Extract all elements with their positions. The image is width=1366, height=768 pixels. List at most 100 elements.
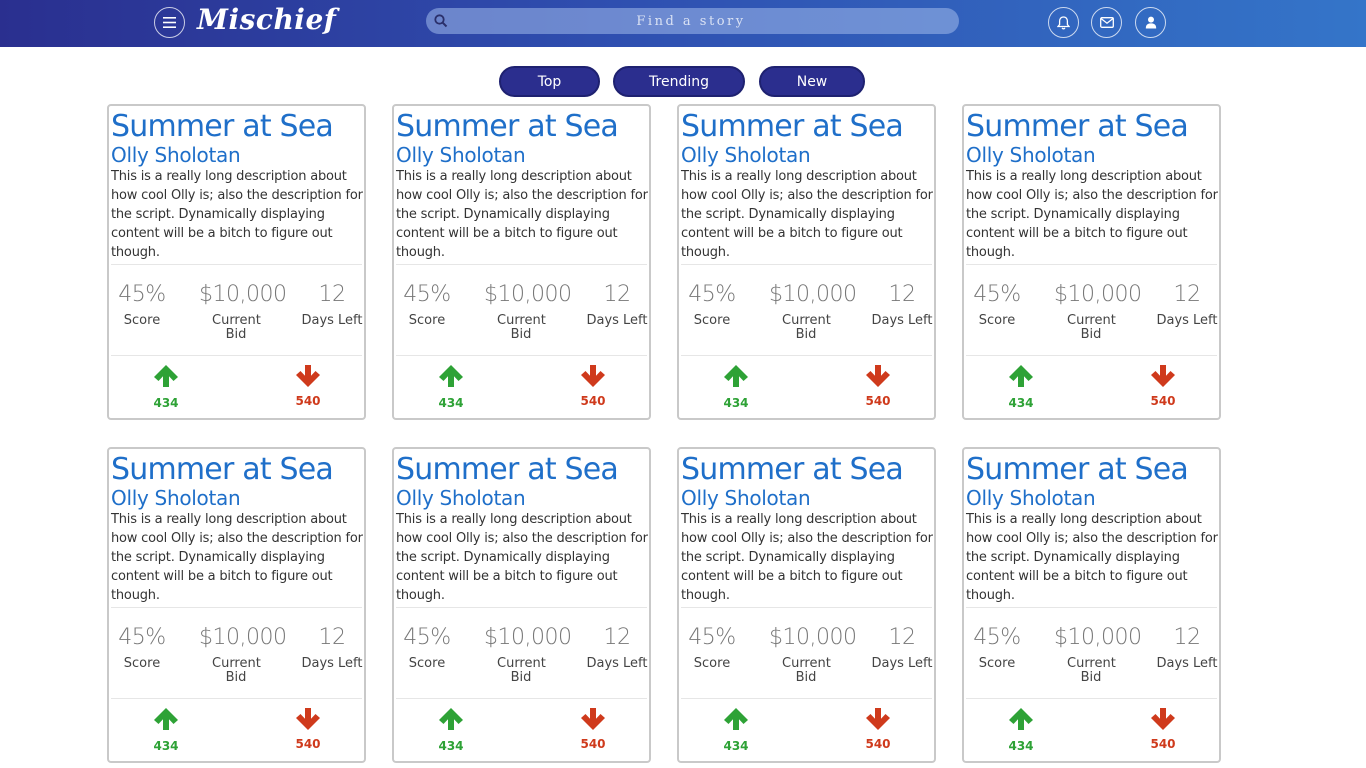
- days-label: Days Left: [871, 656, 933, 671]
- upvote-count: 434: [1008, 396, 1034, 410]
- search-icon[interactable]: [434, 14, 448, 28]
- upvote-button[interactable]: 434: [146, 364, 186, 410]
- envelope-icon: [1099, 17, 1114, 28]
- downvote-button[interactable]: 540: [858, 364, 898, 408]
- notifications-button[interactable]: [1048, 7, 1079, 38]
- upvote-button[interactable]: 434: [1001, 707, 1041, 753]
- upvote-button[interactable]: 434: [431, 364, 471, 410]
- arrow-up-icon: [439, 708, 463, 730]
- menu-button[interactable]: [154, 7, 185, 38]
- search-input[interactable]: [456, 8, 926, 34]
- downvote-button[interactable]: 540: [288, 364, 328, 408]
- downvote-button[interactable]: 540: [573, 707, 613, 751]
- score-label: Score: [123, 656, 161, 671]
- story-author[interactable]: Olly Sholotan: [111, 143, 241, 167]
- story-card[interactable]: Summer at Sea Olly Sholotan This is a re…: [677, 104, 936, 420]
- story-title[interactable]: Summer at Sea: [681, 109, 904, 144]
- bid-label: Current Bid: [1067, 313, 1116, 342]
- days-value: 12: [1173, 282, 1202, 307]
- score-stat: 45% Score: [966, 282, 1028, 328]
- bid-value: $10,000: [1054, 282, 1142, 307]
- days-stat: 12 Days Left: [299, 625, 365, 671]
- arrow-down-icon: [581, 365, 605, 387]
- score-label: Score: [978, 313, 1016, 328]
- downvote-button[interactable]: 540: [858, 707, 898, 751]
- card-divider: [396, 355, 647, 356]
- profile-button[interactable]: [1135, 7, 1166, 38]
- downvote-button[interactable]: 540: [1143, 707, 1183, 751]
- score-label: Score: [123, 313, 161, 328]
- story-card[interactable]: Summer at Sea Olly Sholotan This is a re…: [107, 104, 366, 420]
- card-divider: [396, 607, 647, 608]
- upvote-button[interactable]: 434: [716, 364, 756, 410]
- story-author[interactable]: Olly Sholotan: [681, 143, 811, 167]
- story-title[interactable]: Summer at Sea: [396, 109, 619, 144]
- bid-label: Current Bid: [212, 656, 261, 685]
- bid-stat: $10,000 Current Bid: [484, 625, 572, 685]
- days-label: Days Left: [301, 313, 363, 328]
- upvote-button[interactable]: 434: [431, 707, 471, 753]
- days-label: Days Left: [586, 313, 648, 328]
- story-card[interactable]: Summer at Sea Olly Sholotan This is a re…: [962, 104, 1221, 420]
- story-author[interactable]: Olly Sholotan: [681, 486, 811, 510]
- story-title[interactable]: Summer at Sea: [111, 109, 334, 144]
- downvote-button[interactable]: 540: [288, 707, 328, 751]
- story-title[interactable]: Summer at Sea: [966, 452, 1189, 487]
- story-title[interactable]: Summer at Sea: [111, 452, 334, 487]
- bid-value: $10,000: [769, 282, 857, 307]
- bid-value: $10,000: [484, 282, 572, 307]
- tab-label: New: [796, 73, 828, 90]
- story-author[interactable]: Olly Sholotan: [966, 486, 1096, 510]
- score-value: 45%: [118, 625, 166, 650]
- days-stat: 12 Days Left: [584, 282, 650, 328]
- story-title[interactable]: Summer at Sea: [396, 452, 619, 487]
- card-divider: [681, 355, 932, 356]
- upvote-count: 434: [438, 739, 464, 753]
- bid-label: Current Bid: [497, 656, 546, 685]
- arrow-up-icon: [154, 708, 178, 730]
- search-bar[interactable]: [426, 8, 959, 34]
- upvote-button[interactable]: 434: [146, 707, 186, 753]
- story-card[interactable]: Summer at Sea Olly Sholotan This is a re…: [677, 447, 936, 763]
- score-stat: 45% Score: [966, 625, 1028, 671]
- tab-top[interactable]: Top: [499, 66, 600, 97]
- story-author[interactable]: Olly Sholotan: [396, 486, 526, 510]
- score-value: 45%: [973, 282, 1021, 307]
- tab-trending[interactable]: Trending: [613, 66, 745, 97]
- story-card[interactable]: Summer at Sea Olly Sholotan This is a re…: [392, 447, 651, 763]
- story-description: This is a really long description about …: [681, 512, 933, 603]
- card-divider: [111, 698, 362, 699]
- days-value: 12: [318, 282, 347, 307]
- app-logo[interactable]: Mischief: [197, 3, 336, 36]
- tab-new[interactable]: New: [759, 66, 865, 97]
- story-card[interactable]: Summer at Sea Olly Sholotan This is a re…: [107, 447, 366, 763]
- story-author[interactable]: Olly Sholotan: [966, 143, 1096, 167]
- bid-value: $10,000: [199, 282, 287, 307]
- days-label: Days Left: [301, 656, 363, 671]
- messages-button[interactable]: [1091, 7, 1122, 38]
- days-value: 12: [603, 282, 632, 307]
- downvote-count: 540: [1150, 394, 1176, 408]
- days-label: Days Left: [586, 656, 648, 671]
- downvote-button[interactable]: 540: [1143, 364, 1183, 408]
- arrow-up-icon: [1009, 365, 1033, 387]
- card-divider: [681, 698, 932, 699]
- bid-label: Current Bid: [212, 313, 261, 342]
- story-author[interactable]: Olly Sholotan: [396, 143, 526, 167]
- arrow-up-icon: [724, 365, 748, 387]
- downvote-button[interactable]: 540: [573, 364, 613, 408]
- story-card[interactable]: Summer at Sea Olly Sholotan This is a re…: [962, 447, 1221, 763]
- story-title[interactable]: Summer at Sea: [966, 109, 1189, 144]
- story-author[interactable]: Olly Sholotan: [111, 486, 241, 510]
- top-navigation-bar: Mischief: [0, 0, 1366, 47]
- upvote-button[interactable]: 434: [1001, 364, 1041, 410]
- story-description: This is a really long description about …: [966, 169, 1218, 260]
- days-label: Days Left: [1156, 313, 1218, 328]
- bid-value: $10,000: [484, 625, 572, 650]
- bid-label: Current Bid: [497, 313, 546, 342]
- upvote-button[interactable]: 434: [716, 707, 756, 753]
- story-card[interactable]: Summer at Sea Olly Sholotan This is a re…: [392, 104, 651, 420]
- days-stat: 12 Days Left: [1154, 625, 1220, 671]
- tab-label: Top: [537, 73, 562, 90]
- story-title[interactable]: Summer at Sea: [681, 452, 904, 487]
